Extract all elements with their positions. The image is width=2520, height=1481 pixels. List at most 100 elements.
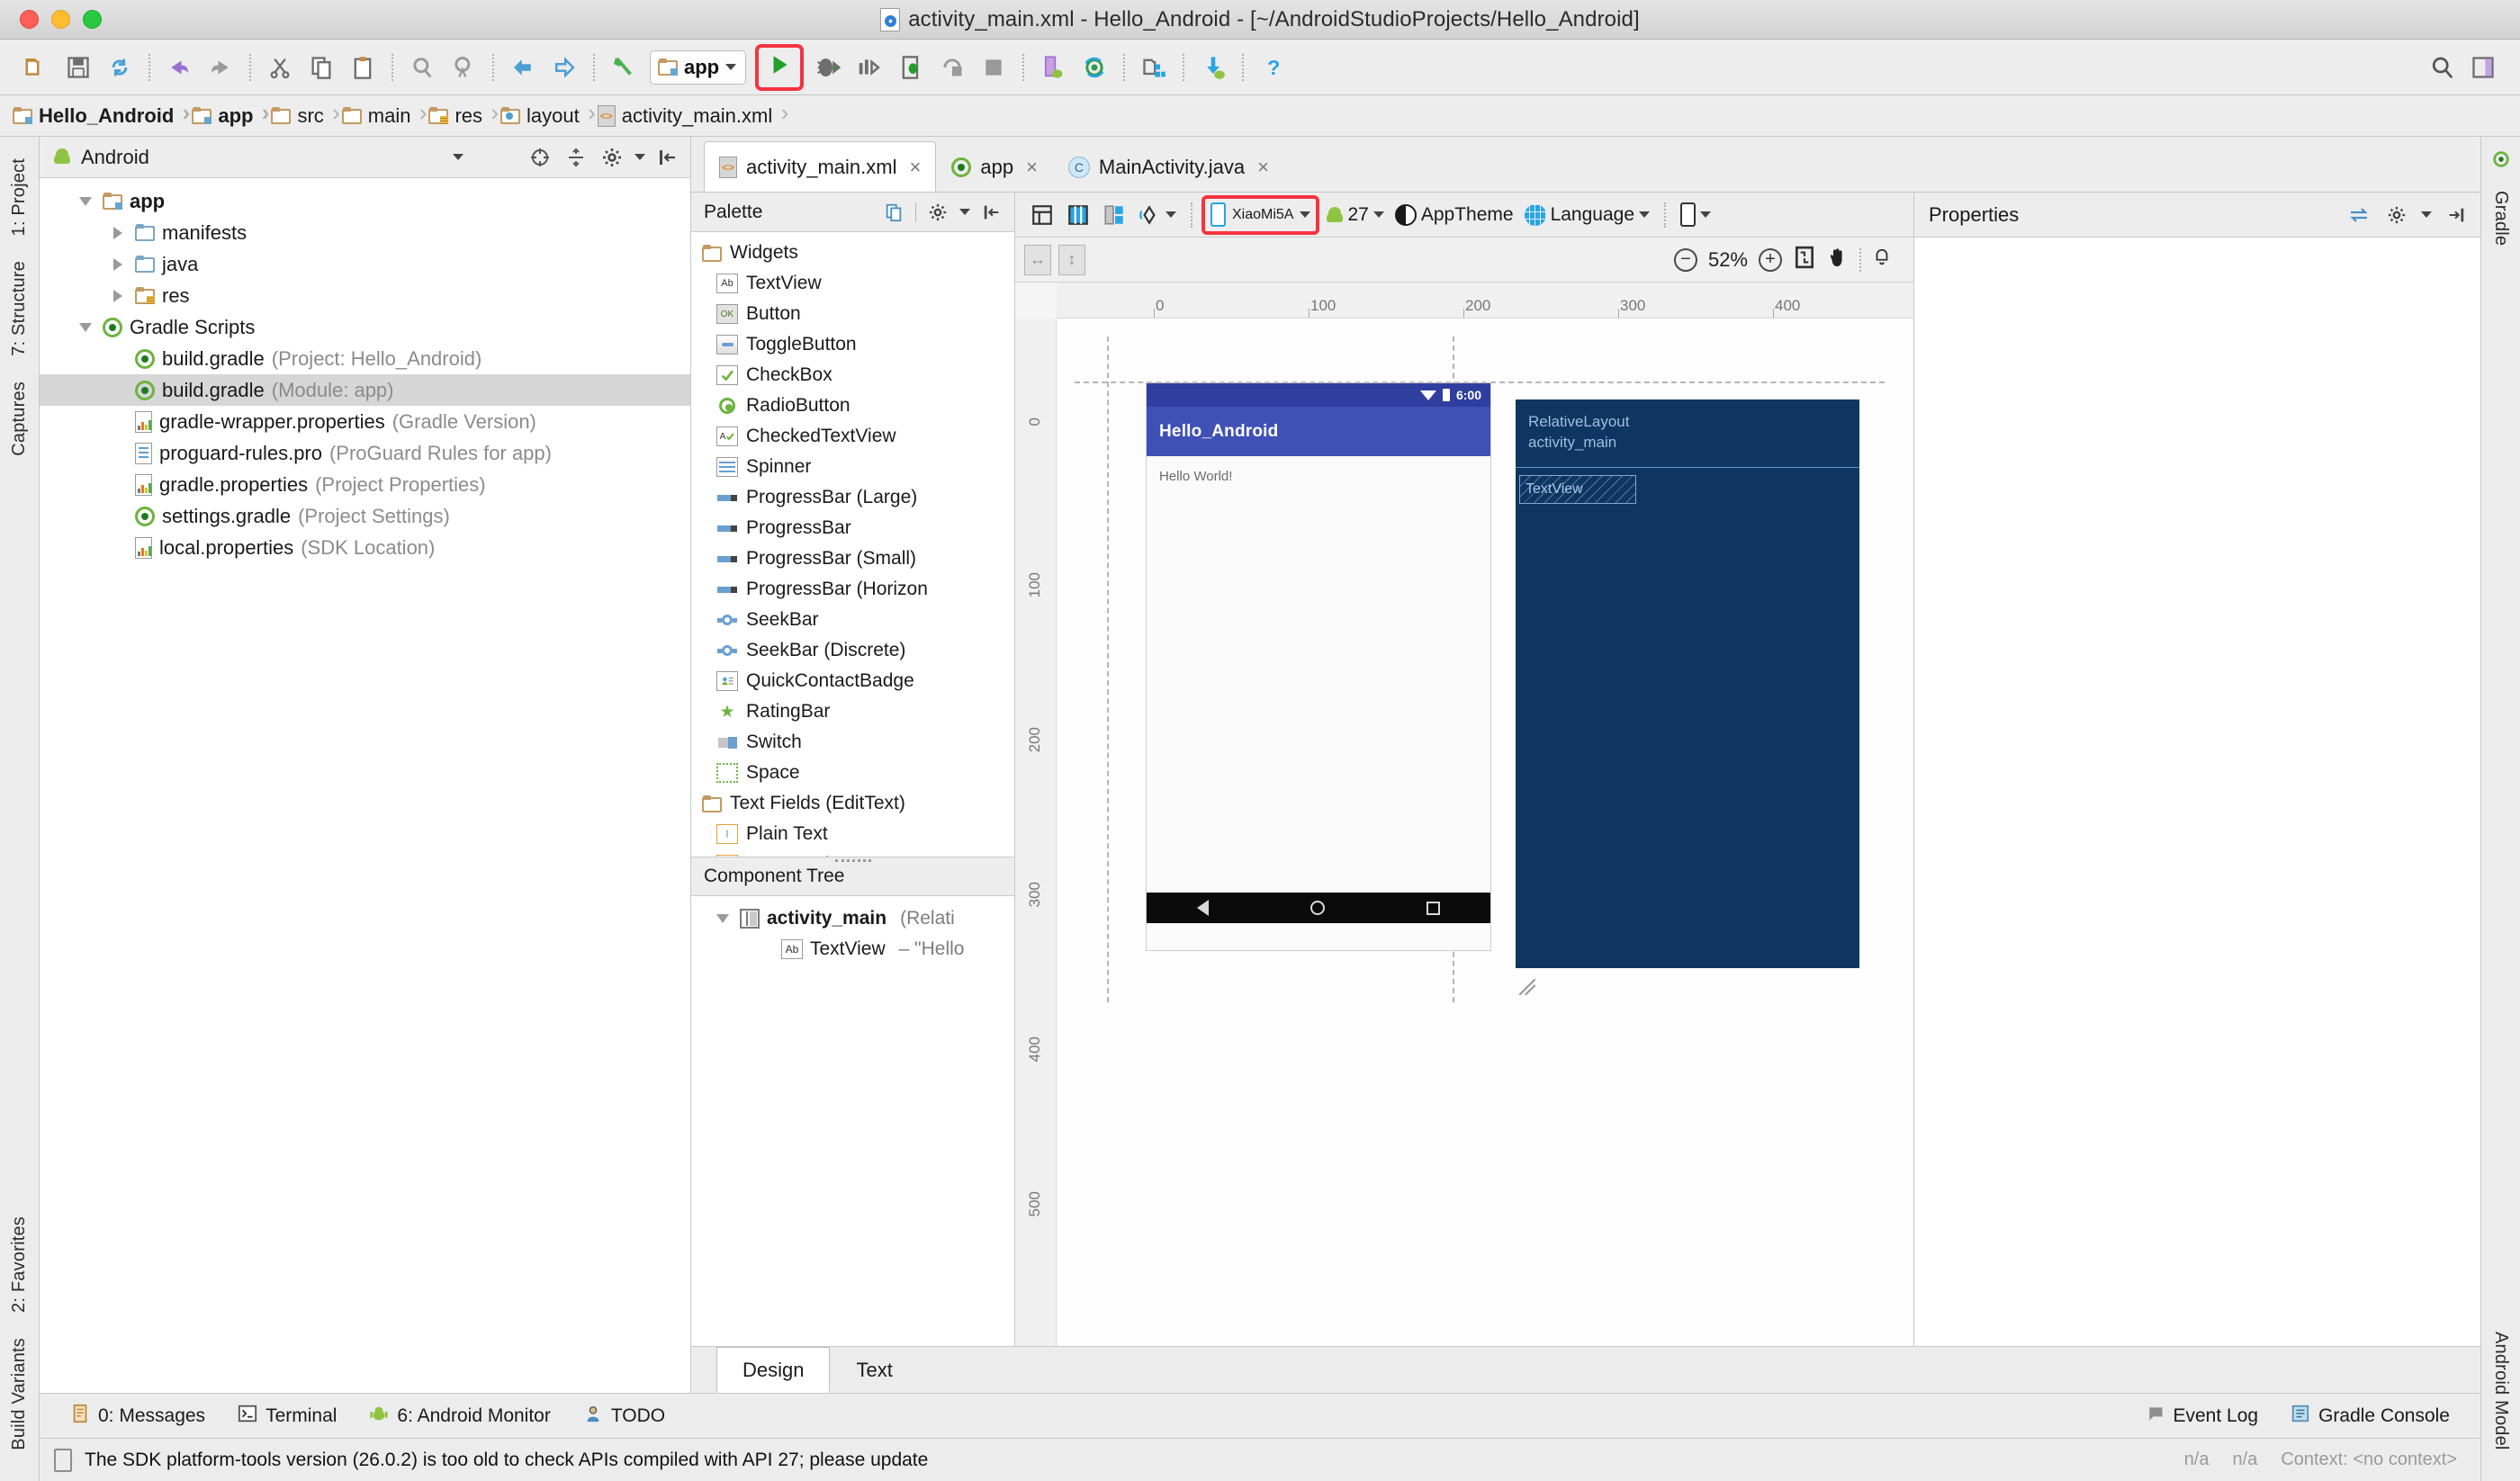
tree-row[interactable]: app: [40, 185, 690, 217]
design-mode-icon[interactable]: [1024, 197, 1060, 233]
component-tree-row[interactable]: activity_main (Relati: [691, 903, 1014, 934]
project-tree[interactable]: app manifests java res Gradle Scripts build.g…: [40, 178, 690, 1393]
palette-item[interactable]: RadioButton: [691, 390, 1014, 421]
breadcrumb-item-layout[interactable]: layout ›: [500, 99, 598, 128]
palette-item[interactable]: I Plain Text: [691, 819, 1014, 849]
sidebar-item-android-model[interactable]: Android Model: [2490, 1332, 2511, 1450]
palette-item[interactable]: ProgressBar: [691, 513, 1014, 543]
zoom-toolbar[interactable]: ↔ ↕ − 52% +: [1015, 238, 1913, 283]
run-button-highlight[interactable]: [755, 43, 805, 91]
settings-icon[interactable]: [924, 199, 951, 226]
main-toolbar[interactable]: app ?: [0, 40, 2520, 95]
sdk-manager-icon[interactable]: [1192, 47, 1234, 88]
orientation-icon[interactable]: [1132, 197, 1182, 233]
palette-item[interactable]: Switch: [691, 727, 1014, 758]
design-text-tab[interactable]: Design: [716, 1347, 831, 1393]
editor-tab[interactable]: <> activity_main.xml ×: [704, 141, 937, 192]
open-folder-icon[interactable]: [16, 47, 58, 88]
collapse-all-icon[interactable]: [562, 144, 590, 171]
breadcrumb-item-res[interactable]: res ›: [428, 99, 500, 128]
zoom-in-icon[interactable]: +: [1759, 247, 1782, 272]
stop-icon[interactable]: [973, 47, 1014, 88]
canvas-stage[interactable]: 6:00 Hello_Android Hello World! Relative…: [1057, 319, 1913, 1346]
redo-icon[interactable]: [200, 47, 241, 88]
breadcrumb-item-src[interactable]: src ›: [271, 99, 341, 128]
tree-row[interactable]: build.gradle (Project: Hello_Android): [40, 343, 690, 374]
module-selector[interactable]: app: [650, 49, 747, 85]
tool-window-bar[interactable]: 0: Messages Terminal 6: Android Monitor TOD…: [40, 1393, 2480, 1438]
chevron-down-icon[interactable]: [453, 154, 464, 160]
chevron-right-icon[interactable]: [108, 289, 128, 302]
design-toolbar[interactable]: XiaoMi5A 27 AppTheme Language: [1015, 193, 1913, 238]
settings-icon[interactable]: [598, 144, 626, 171]
tree-row[interactable]: manifests: [40, 217, 690, 248]
palette-item[interactable]: ProgressBar (Horizon: [691, 574, 1014, 605]
tool-window-todo[interactable]: TODO: [567, 1403, 681, 1430]
design-text-tab-bar[interactable]: Design Text: [691, 1346, 2480, 1393]
fit-height-icon[interactable]: ↕: [1058, 244, 1085, 275]
blueprint-preview[interactable]: RelativeLayout activity_main TextView: [1516, 399, 1859, 996]
hide-icon[interactable]: [654, 144, 681, 171]
back-icon[interactable]: [502, 47, 544, 88]
palette-item[interactable]: CheckBox: [691, 360, 1014, 390]
tool-window-messages[interactable]: 0: Messages: [54, 1402, 221, 1431]
sidebar-item-structure[interactable]: 7: Structure: [9, 261, 30, 356]
editor-tab-bar[interactable]: <> activity_main.xml × app × C MainActivity.ja…: [691, 137, 2480, 193]
device-content-area[interactable]: Hello World!: [1147, 456, 1490, 893]
debug-icon[interactable]: [807, 47, 849, 88]
palette-item[interactable]: SeekBar: [691, 605, 1014, 635]
right-tool-strip[interactable]: Gradle Android Model: [2480, 137, 2520, 1481]
forward-icon[interactable]: [544, 47, 585, 88]
search-everywhere-icon[interactable]: [2421, 47, 2462, 88]
tree-row[interactable]: build.gradle (Module: app): [40, 374, 690, 406]
notification-icon[interactable]: [1872, 246, 1892, 274]
tool-window-android-monitor[interactable]: 6: Android Monitor: [353, 1403, 566, 1430]
undo-icon[interactable]: [158, 47, 200, 88]
rerun-icon[interactable]: [932, 47, 973, 88]
left-tool-strip[interactable]: 1: Project 7: Structure Captures 2: Favo…: [0, 137, 40, 1481]
chevron-down-icon[interactable]: [713, 914, 733, 923]
project-structure-icon[interactable]: [1133, 47, 1174, 88]
avd-manager-icon[interactable]: [1032, 47, 1074, 88]
pan-icon[interactable]: [1827, 246, 1849, 274]
resize-handle[interactable]: [1516, 975, 1539, 999]
palette-item[interactable]: Ab TextView: [691, 268, 1014, 299]
device-variant-selector[interactable]: [1675, 197, 1716, 233]
tree-row[interactable]: java: [40, 248, 690, 280]
copy-icon[interactable]: [301, 47, 342, 88]
chevron-down-icon[interactable]: [76, 196, 95, 206]
palette-item[interactable]: SeekBar (Discrete): [691, 635, 1014, 666]
settings-icon[interactable]: [2383, 202, 2410, 229]
fit-width-icon[interactable]: ↔: [1024, 244, 1051, 275]
editor-tab[interactable]: app ×: [936, 141, 1053, 192]
palette-item[interactable]: QuickContactBadge: [691, 666, 1014, 696]
debug-device-icon[interactable]: [890, 47, 932, 88]
palette-item[interactable]: OK Button: [691, 299, 1014, 329]
palette-list[interactable]: Widgets Ab TextView OK Button ToggleButton Che…: [691, 232, 1014, 857]
chevron-down-icon[interactable]: [959, 209, 970, 215]
save-all-icon[interactable]: [58, 47, 99, 88]
tree-row[interactable]: settings.gradle (Project Settings): [40, 500, 690, 532]
api-level-selector[interactable]: 27: [1319, 197, 1389, 233]
tree-row[interactable]: gradle.properties (Project Properties): [40, 469, 690, 500]
chevron-down-icon[interactable]: [634, 154, 645, 160]
palette-item[interactable]: ★ RatingBar: [691, 696, 1014, 727]
hide-icon[interactable]: [2443, 202, 2470, 229]
find-icon[interactable]: [401, 47, 443, 88]
tool-window-terminal[interactable]: Terminal: [221, 1404, 353, 1429]
chevron-down-icon[interactable]: [76, 322, 95, 332]
tree-row[interactable]: res: [40, 280, 690, 311]
component-tree-row[interactable]: Ab TextView – "Hello: [691, 934, 1014, 965]
tree-row[interactable]: Gradle Scripts: [40, 311, 690, 343]
design-canvas[interactable]: 0 100 200 300 400 0 100 200 300 400 500: [1015, 283, 1913, 1346]
chevron-right-icon[interactable]: [108, 226, 128, 239]
breadcrumb-item-activity-main-xml[interactable]: <> activity_main.xml ›: [597, 99, 790, 128]
hide-icon[interactable]: [978, 199, 1005, 226]
breadcrumb-item-app[interactable]: app ›: [192, 99, 271, 128]
swap-icon[interactable]: [2345, 202, 2372, 229]
palette-item[interactable]: IPassword: [691, 849, 1014, 857]
sidebar-item-project[interactable]: 1: Project: [9, 158, 30, 236]
palette-group[interactable]: Text Fields (EditText): [691, 788, 1014, 819]
run-coverage-icon[interactable]: [849, 47, 890, 88]
editor-tab[interactable]: C MainActivity.java ×: [1053, 141, 1284, 192]
